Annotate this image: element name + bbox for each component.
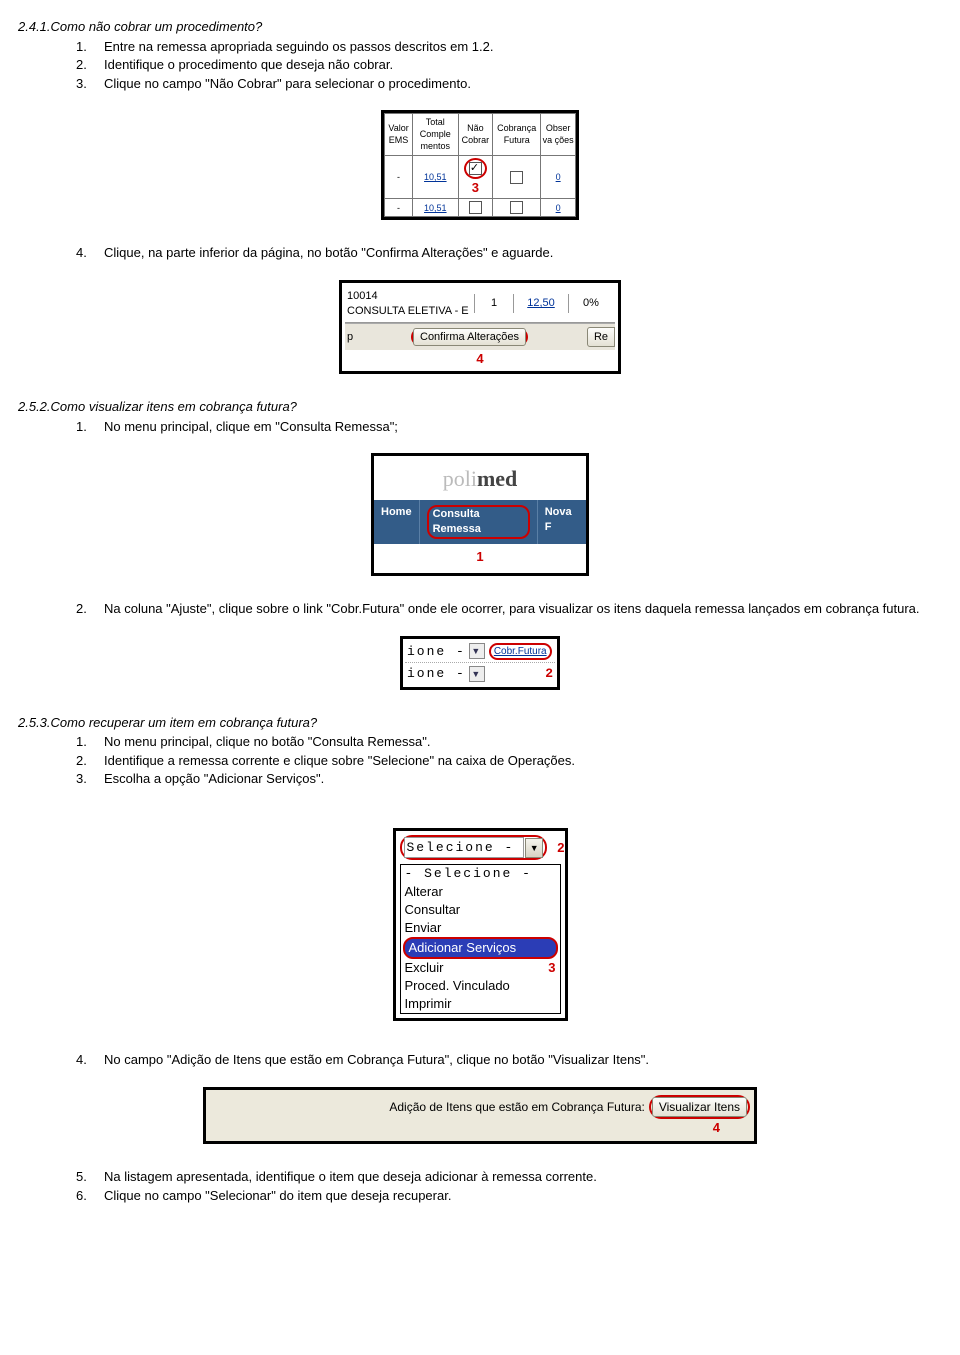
circle-marker: Consulta Remessa xyxy=(427,505,530,539)
option[interactable]: - Selecione - xyxy=(401,865,560,883)
num: 1. xyxy=(76,418,104,436)
callout-4: 4 xyxy=(345,350,615,368)
heading-253: 2.5.3.Como recuperar um item em cobrança… xyxy=(18,714,942,732)
num: 2. xyxy=(76,56,104,74)
figure-visualizar-itens: Adição de Itens que estão em Cobrança Fu… xyxy=(203,1087,757,1144)
step: No menu principal, clique em "Consulta R… xyxy=(104,418,942,436)
option-imprimir[interactable]: Imprimir xyxy=(401,995,560,1013)
col-cobranca-futura: Cobrança Futura xyxy=(493,114,541,155)
adicao-itens-label: Adição de Itens que estão em Cobrança Fu… xyxy=(389,1099,645,1115)
step: Clique no campo "Não Cobrar" para seleci… xyxy=(104,75,942,93)
checkbox-cobranca-futura[interactable] xyxy=(510,201,523,214)
checkbox-cobranca-futura[interactable] xyxy=(510,171,523,184)
heading-241: 2.4.1.Como não cobrar um procedimento? xyxy=(18,18,942,36)
list-253b: 4.No campo "Adição de Itens que estão em… xyxy=(18,1051,942,1069)
callout-3: 3 xyxy=(460,179,492,197)
figure-adicionar-servicos: Selecione - ▼ 2 - Selecione - Alterar Co… xyxy=(393,828,568,1022)
callout-2: 2 xyxy=(485,665,555,683)
option-proced-vinculado[interactable]: Proced. Vinculado xyxy=(401,977,560,995)
table-row: - 10,51 3 0 xyxy=(385,155,576,199)
operacoes-select[interactable]: Selecione - ▼ xyxy=(400,835,548,861)
heading-252: 2.5.2.Como visualizar itens em cobrança … xyxy=(18,398,942,416)
chevron-down-icon[interactable]: ▼ xyxy=(469,643,485,659)
tab-consulta-remessa[interactable]: Consulta Remessa xyxy=(420,500,538,544)
table-row: - 10,51 0 xyxy=(385,199,576,217)
num: 2. xyxy=(76,600,104,618)
confirma-alteracoes-button[interactable]: Confirma Alterações xyxy=(413,328,526,346)
option-adicionar-servicos[interactable]: Adicionar Serviços xyxy=(403,937,558,959)
callout-3: 3 xyxy=(548,959,555,977)
checkbox-nao-cobrar[interactable] xyxy=(469,201,482,214)
figure-menu-consulta-remessa: polimed Home Consulta Remessa Nova F 1 xyxy=(371,453,589,576)
step: Clique no campo "Selecionar" do item que… xyxy=(104,1187,942,1205)
combo-text: ione - xyxy=(405,643,466,661)
stub-right-button[interactable]: Re xyxy=(587,327,615,348)
circle-marker: Confirma Alterações xyxy=(411,328,528,347)
col-obs: Obser va ções xyxy=(541,114,576,155)
callout-4: 4 xyxy=(210,1119,750,1137)
selected-value: Selecione - xyxy=(404,837,525,859)
list-252a: 1.No menu principal, clique em "Consulta… xyxy=(18,418,942,436)
col-valor-ems: Valor EMS xyxy=(385,114,413,155)
col-nao-cobrar: Não Cobrar xyxy=(458,114,493,155)
circle-marker xyxy=(464,158,487,179)
step: Identifique a remessa corrente e clique … xyxy=(104,752,942,770)
callout-2: 2 xyxy=(557,839,564,857)
list-241: 1.Entre na remessa apropriada seguindo o… xyxy=(18,38,942,93)
num: 2. xyxy=(76,752,104,770)
step: Clique, na parte inferior da página, no … xyxy=(104,244,942,262)
figure-table-nao-cobrar: Valor EMS Total Comple mentos Não Cobrar… xyxy=(381,110,579,220)
figure-cobr-futura-link: ione - ▼ Cobr.Futura ione - ▼ 2 xyxy=(400,636,560,690)
cell-pct: 0% xyxy=(568,294,613,313)
option-consultar[interactable]: Consultar xyxy=(401,901,560,919)
step: Escolha a opção "Adicionar Serviços". xyxy=(104,770,942,788)
tab-nova[interactable]: Nova F xyxy=(538,500,586,544)
circle-marker: Visualizar Itens xyxy=(649,1095,750,1119)
col-total-comple: Total Comple mentos xyxy=(413,114,458,155)
cell-qty: 1 xyxy=(474,294,513,313)
options-listbox: - Selecione - Alterar Consultar Enviar A… xyxy=(400,864,561,1014)
obs-link[interactable]: 0 xyxy=(541,199,576,217)
option-enviar[interactable]: Enviar xyxy=(401,919,560,937)
cobr-futura-link[interactable]: Cobr.Futura xyxy=(489,643,552,661)
value-link[interactable]: 10,51 xyxy=(413,155,458,199)
list-241b: 4.Clique, na parte inferior da página, n… xyxy=(18,244,942,262)
callout-1: 1 xyxy=(374,544,586,574)
tab-home[interactable]: Home xyxy=(374,500,420,544)
list-252b: 2.Na coluna "Ajuste", clique sobre o lin… xyxy=(18,600,942,618)
num: 1. xyxy=(76,733,104,751)
stub-left: p xyxy=(345,327,355,348)
figure-confirma-alteracoes: 10014 CONSULTA ELETIVA - E 1 12,50 0% p … xyxy=(339,280,621,374)
step: Na coluna "Ajuste", clique sobre o link … xyxy=(104,600,942,618)
step: Identifique o procedimento que deseja nã… xyxy=(104,56,942,74)
visualizar-itens-button[interactable]: Visualizar Itens xyxy=(652,1097,747,1117)
option-excluir[interactable]: Excluir xyxy=(401,959,543,977)
num: 3. xyxy=(76,770,104,788)
cell-desc: 10014 CONSULTA ELETIVA - E xyxy=(347,289,474,319)
num: 6. xyxy=(76,1187,104,1205)
chevron-down-icon[interactable]: ▼ xyxy=(525,838,543,858)
cell-value[interactable]: 12,50 xyxy=(513,294,568,313)
num: 3. xyxy=(76,75,104,93)
step: Entre na remessa apropriada seguindo os … xyxy=(104,38,942,56)
step: Na listagem apresentada, identifique o i… xyxy=(104,1168,942,1186)
list-253c: 5.Na listagem apresentada, identifique o… xyxy=(18,1168,942,1204)
option-alterar[interactable]: Alterar xyxy=(401,883,560,901)
num: 4. xyxy=(76,244,104,262)
logo-polimed: polimed xyxy=(374,456,586,500)
combo-text: ione - xyxy=(405,665,466,683)
checkbox-nao-cobrar[interactable] xyxy=(469,162,482,175)
step: No campo "Adição de Itens que estão em C… xyxy=(104,1051,942,1069)
value-link[interactable]: 10,51 xyxy=(413,199,458,217)
list-253a: 1.No menu principal, clique no botão "Co… xyxy=(18,733,942,788)
chevron-down-icon[interactable]: ▼ xyxy=(469,666,485,682)
num: 1. xyxy=(76,38,104,56)
obs-link[interactable]: 0 xyxy=(541,155,576,199)
num: 5. xyxy=(76,1168,104,1186)
step: No menu principal, clique no botão "Cons… xyxy=(104,733,942,751)
num: 4. xyxy=(76,1051,104,1069)
